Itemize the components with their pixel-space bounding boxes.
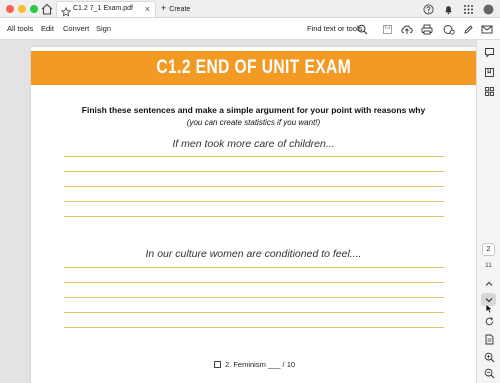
writing-line [64, 216, 444, 217]
writing-line [64, 186, 444, 187]
thumbnails-icon[interactable] [483, 85, 495, 97]
tab-title: C1.2 7_1 Exam.pdf [73, 5, 133, 12]
writing-line [64, 267, 444, 268]
home-icon[interactable] [40, 2, 54, 16]
score-footer: 2. Feminism ___ / 10 [214, 360, 295, 369]
writing-line [64, 156, 444, 157]
title-bar: C1.2 7_1 Exam.pdf × + Create [0, 0, 500, 18]
user-avatar-icon[interactable] [482, 3, 494, 15]
banner-title: C1.2 END OF UNIT EXAM [156, 57, 351, 78]
document-tab[interactable]: C1.2 7_1 Exam.pdf × [56, 1, 156, 17]
comment-icon[interactable] [483, 46, 495, 58]
instruction-text: Finish these sentences and make a simple… [81, 105, 426, 115]
score-checkbox[interactable] [214, 361, 221, 368]
save-icon[interactable] [381, 23, 393, 35]
plus-icon: + [161, 3, 167, 13]
writing-line [64, 297, 444, 298]
menu-convert[interactable]: Convert [63, 24, 89, 33]
upload-icon[interactable] [401, 23, 413, 35]
prompt-2: In our culture women are conditioned to … [145, 248, 362, 260]
apps-grid-icon[interactable] [462, 3, 474, 15]
document-viewport[interactable]: C1.2 END OF UNIT EXAM Finish these sente… [0, 40, 476, 383]
writing-line [64, 171, 444, 172]
minimize-window-button[interactable] [18, 5, 26, 13]
exam-banner: C1.2 END OF UNIT EXAM [31, 51, 476, 85]
score-label: 2. Feminism ___ / 10 [225, 360, 296, 369]
zoom-window-button[interactable] [30, 5, 38, 13]
writing-line [64, 312, 444, 313]
bookmark-icon[interactable] [483, 66, 495, 78]
right-sidebar: 2 11 [476, 40, 500, 383]
bell-icon[interactable] [442, 3, 454, 15]
current-page-input[interactable]: 2 [482, 243, 495, 256]
create-tab-button[interactable]: + Create [161, 3, 190, 15]
writing-line [64, 201, 444, 202]
menu-all-tools[interactable]: All tools [7, 24, 33, 33]
close-window-button[interactable] [6, 5, 14, 13]
menu-sign[interactable]: Sign [96, 24, 111, 33]
mouse-cursor-icon [483, 302, 495, 314]
help-icon[interactable] [422, 3, 434, 15]
total-pages: 11 [485, 262, 492, 269]
edit-pen-icon[interactable] [462, 23, 474, 35]
menu-bar: All tools Edit Convert Sign Find text or… [0, 18, 500, 40]
refresh-icon[interactable] [483, 315, 495, 327]
create-tab-label: Create [169, 6, 191, 13]
writing-line [64, 282, 444, 283]
menu-edit[interactable]: Edit [41, 24, 54, 33]
writing-line [64, 327, 444, 328]
mail-icon[interactable] [481, 23, 493, 35]
page-settings-icon[interactable] [483, 333, 495, 345]
search-icon[interactable] [356, 23, 368, 35]
prompt-1: If men took more care of children... [172, 138, 335, 150]
close-tab-icon[interactable]: × [145, 4, 150, 14]
share-icon[interactable] [443, 23, 455, 35]
pdf-page: C1.2 END OF UNIT EXAM Finish these sente… [31, 47, 476, 383]
zoom-in-icon[interactable] [483, 351, 495, 363]
print-icon[interactable] [421, 23, 433, 35]
instruction-note: (you can create statistics if you want!) [186, 118, 321, 127]
zoom-out-icon[interactable] [483, 367, 495, 379]
find-text-or-tools[interactable]: Find text or tools [307, 24, 362, 33]
chevron-up-icon[interactable] [483, 278, 495, 290]
